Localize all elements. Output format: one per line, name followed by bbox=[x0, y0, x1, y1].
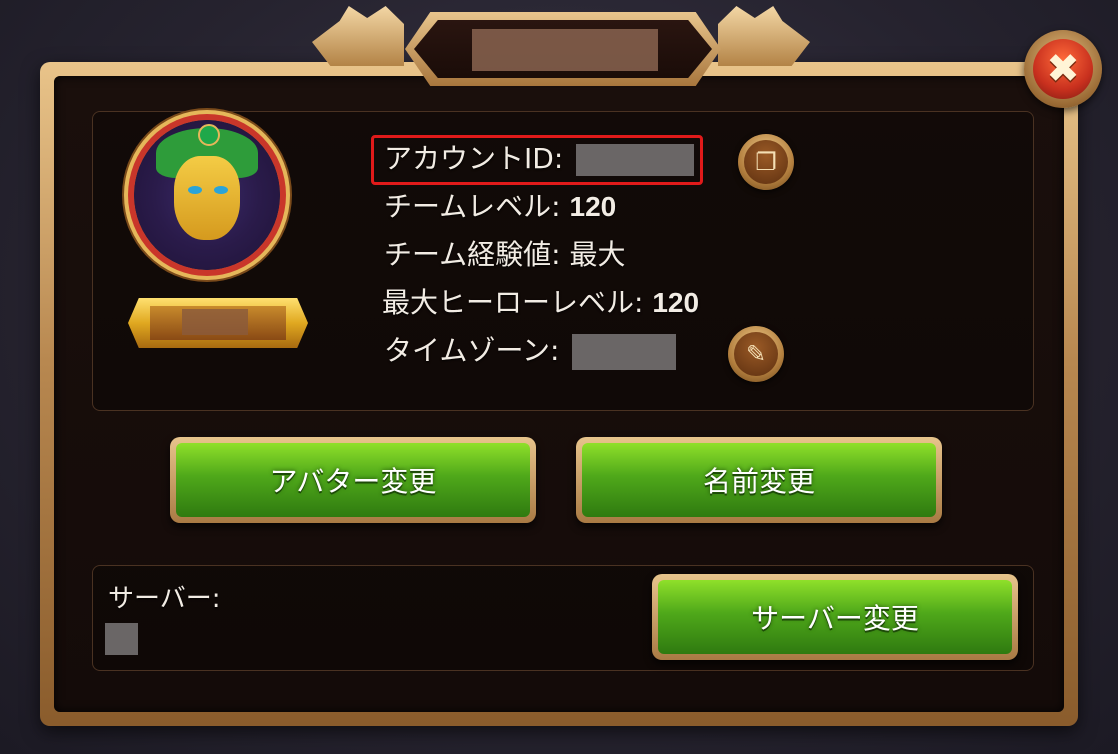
edit-timezone-button[interactable]: ✎ bbox=[728, 326, 784, 382]
team-exp-row: チーム経験値: 最大 bbox=[384, 237, 626, 273]
account-id-label: アカウントID: bbox=[384, 142, 564, 175]
left-wing-ornament bbox=[312, 6, 404, 66]
team-exp-label: チーム経験値: bbox=[384, 238, 561, 271]
account-id-value-redacted bbox=[576, 144, 695, 176]
close-button[interactable]: ✖ bbox=[1024, 30, 1102, 108]
change-server-button[interactable]: サーバー変更 bbox=[652, 574, 1018, 660]
team-level-label: チームレベル: bbox=[384, 190, 561, 223]
server-label: サーバー: bbox=[108, 584, 221, 614]
timezone-value-redacted bbox=[572, 334, 677, 370]
account-id-row: アカウントID: bbox=[384, 141, 695, 177]
copy-icon: ❐ bbox=[744, 140, 788, 184]
change-server-label: サーバー変更 bbox=[658, 580, 1012, 654]
team-exp-value: 最大 bbox=[569, 238, 626, 271]
change-name-button[interactable]: 名前変更 bbox=[576, 437, 942, 523]
avatar-gem bbox=[198, 124, 220, 146]
pencil-icon: ✎ bbox=[734, 332, 778, 376]
avatar-face bbox=[174, 156, 240, 240]
player-avatar bbox=[134, 120, 280, 270]
avatar-eye-left bbox=[188, 186, 202, 194]
right-wing-ornament bbox=[718, 6, 810, 66]
team-level-value: 120 bbox=[569, 191, 617, 222]
player-name-redacted bbox=[182, 309, 248, 335]
game-screen: ✖ アカウントID: ❐ チームレベル: 120 チーム経験値: 最大 最大ヒー… bbox=[0, 0, 1118, 754]
max-hero-level-value: 120 bbox=[652, 287, 700, 318]
change-avatar-button[interactable]: アバター変更 bbox=[170, 437, 536, 523]
change-name-label: 名前変更 bbox=[582, 443, 936, 517]
max-hero-level-row: 最大ヒーローレベル: 120 bbox=[382, 285, 699, 321]
server-value-redacted bbox=[105, 623, 138, 655]
change-avatar-label: アバター変更 bbox=[176, 443, 530, 517]
close-icon: ✖ bbox=[1033, 39, 1093, 99]
copy-account-id-button[interactable]: ❐ bbox=[738, 134, 794, 190]
max-hero-level-label: 最大ヒーローレベル: bbox=[382, 286, 644, 319]
dialog-title-redacted bbox=[472, 29, 658, 71]
avatar-eye-right bbox=[214, 186, 228, 194]
timezone-label: タイムゾーン: bbox=[384, 334, 560, 367]
timezone-row: タイムゾーン: bbox=[384, 333, 677, 370]
team-level-row: チームレベル: 120 bbox=[384, 189, 616, 225]
